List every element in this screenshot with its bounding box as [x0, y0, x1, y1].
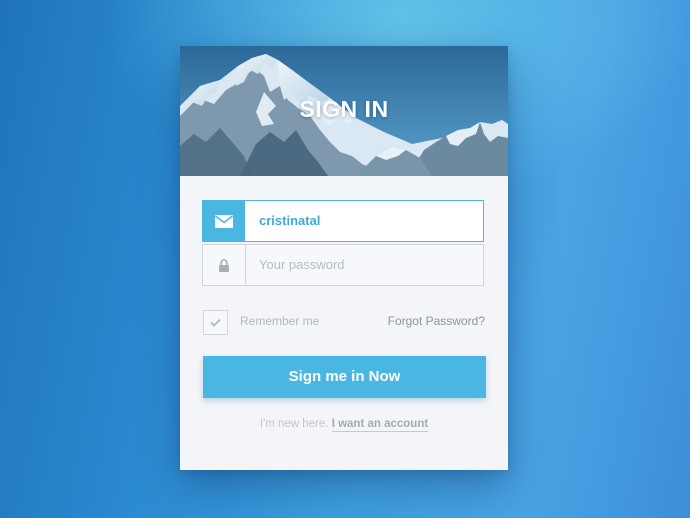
checkmark-icon: [210, 318, 221, 327]
mountain-header: SIGN IN: [180, 46, 508, 176]
signup-prefix: I'm new here.: [259, 418, 329, 430]
password-input[interactable]: Your password: [259, 245, 345, 285]
lock-icon: [219, 258, 229, 272]
forgot-password-link[interactable]: Forgot Password?: [388, 314, 485, 328]
sign-in-button[interactable]: Sign me in Now: [203, 356, 486, 398]
password-divider: [245, 245, 246, 285]
password-field[interactable]: Your password: [202, 244, 484, 286]
page-title: SIGN IN: [299, 96, 389, 122]
signup-prompt: I'm new here. I want an account: [180, 418, 508, 432]
sign-in-card: SIGN IN cristinatal Your password Rememb…: [180, 46, 508, 470]
create-account-link[interactable]: I want an account: [331, 418, 429, 432]
username-icon-box: [203, 201, 245, 241]
envelope-icon: [215, 214, 233, 228]
username-value[interactable]: cristinatal: [259, 201, 320, 241]
remember-me-label[interactable]: Remember me: [240, 314, 319, 328]
username-field[interactable]: cristinatal: [202, 200, 484, 242]
password-icon-box: [203, 245, 245, 285]
remember-me-checkbox[interactable]: [203, 310, 228, 335]
